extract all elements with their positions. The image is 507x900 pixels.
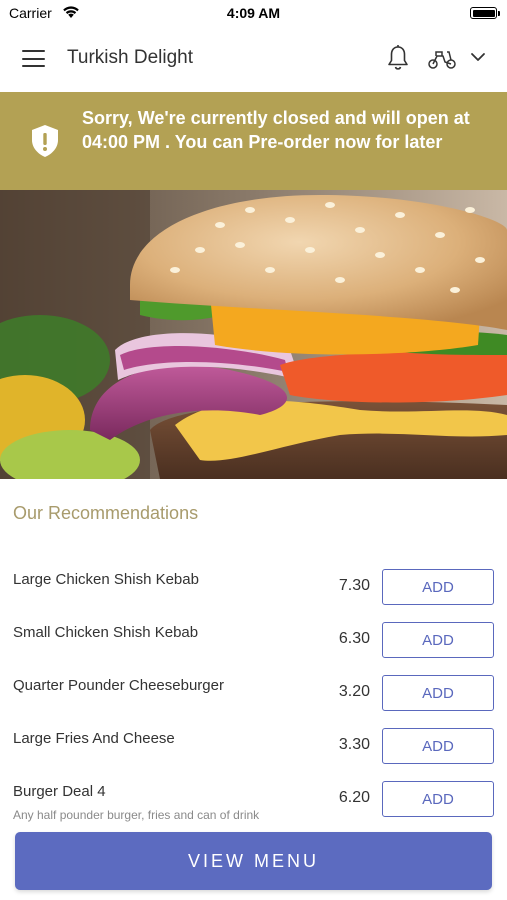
item-name: Large Fries And Cheese: [13, 730, 175, 747]
item-price: 6.30: [338, 630, 370, 647]
recommendations-title: Our Recommendations: [13, 503, 199, 523]
page-title: Turkish Delight: [67, 47, 194, 68]
add-button[interactable]: ADD: [382, 675, 494, 711]
item-price: 3.30: [338, 736, 370, 753]
item-name: Quarter Pounder Cheeseburger: [13, 677, 224, 694]
view-menu-button[interactable]: VIEW MENU: [15, 832, 492, 890]
list-item: Large Chicken Shish Kebab 7.30 ADD: [0, 561, 507, 614]
app-header: Turkish Delight: [0, 26, 507, 92]
add-button[interactable]: ADD: [382, 728, 494, 764]
add-button[interactable]: ADD: [382, 622, 494, 658]
item-name: Large Chicken Shish Kebab: [13, 571, 199, 588]
list-item: Quarter Pounder Cheeseburger 3.20 ADD: [0, 667, 507, 720]
bell-icon[interactable]: [386, 44, 410, 72]
list-item: Small Chicken Shish Kebab 6.30 ADD: [0, 614, 507, 667]
item-name: Small Chicken Shish Kebab: [13, 624, 199, 641]
delivery-scooter-icon[interactable]: [427, 48, 457, 70]
add-button[interactable]: ADD: [382, 781, 494, 817]
battery-icon: [470, 7, 500, 19]
item-name: Burger Deal 4: [13, 783, 106, 800]
clock: 4:09 AM: [226, 5, 281, 21]
item-description: Any half pounder burger, fries and can o…: [13, 808, 260, 822]
item-price: 7.30: [338, 577, 370, 594]
menu-icon[interactable]: [22, 50, 45, 67]
list-item: Burger Deal 4 Any half pounder burger, f…: [0, 773, 507, 826]
item-price: 3.20: [338, 683, 370, 700]
status-bar: Carrier 4:09 AM: [0, 0, 507, 26]
hero-burger-image: [0, 190, 507, 479]
shield-alert-icon: [32, 125, 58, 157]
add-button[interactable]: ADD: [382, 569, 494, 605]
closed-notice-banner: Sorry, We're currently closed and will o…: [0, 92, 507, 190]
chevron-down-icon[interactable]: [470, 51, 486, 63]
list-item: Large Fries And Cheese 3.30 ADD: [0, 720, 507, 773]
closed-notice-text: Sorry, We're currently closed and will o…: [82, 108, 470, 152]
item-price: 6.20: [338, 789, 370, 806]
